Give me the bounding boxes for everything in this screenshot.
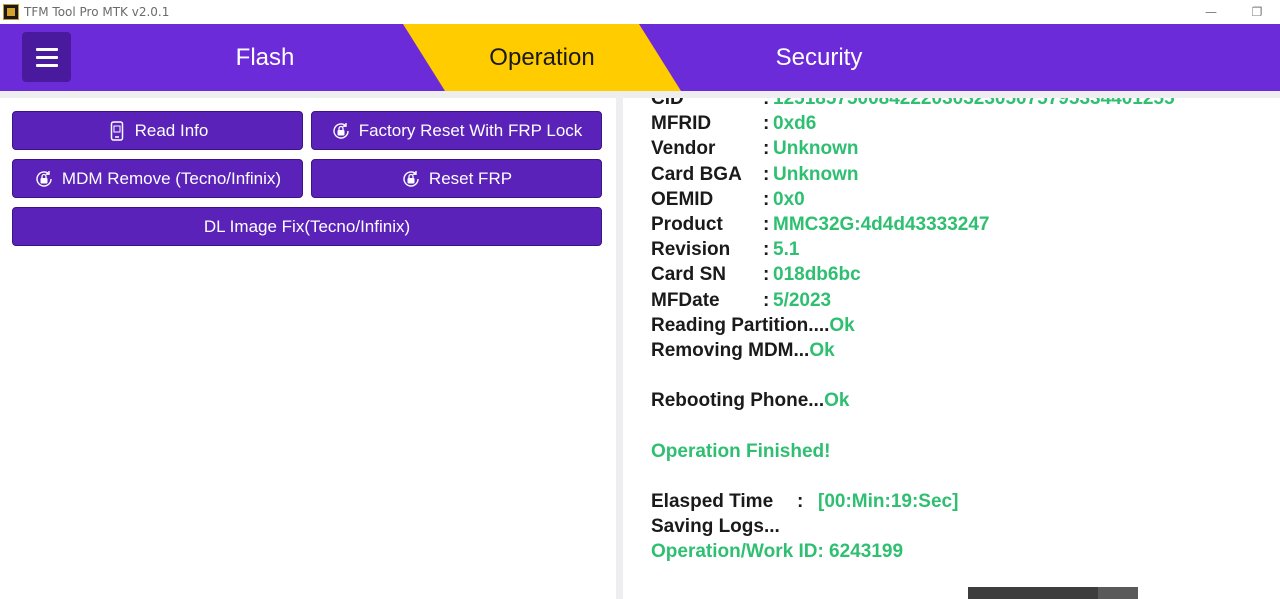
log-row: OEMID:0x0 [651,188,805,210]
log-row: MFRID:0xd6 [651,113,817,135]
log-row: Card SN:018db6bc [651,264,861,286]
minimize-button[interactable]: — [1188,0,1234,24]
mdm-remove-button[interactable]: MDM Remove (Tecno/Infinix) [12,159,303,198]
log-row: Rebooting Phone...Ok [651,390,850,412]
log-row: Saving Logs... [651,516,780,538]
dl-image-fix-button[interactable]: DL Image Fix(Tecno/Infinix) [12,207,602,246]
log-row: Vendor: Unknown [651,138,859,160]
lock-refresh-icon [34,169,54,189]
top-navigation: Flash Operation Security [0,24,1280,91]
operations-panel: Read Info Factory Reset With FRP Lock MD… [0,98,616,599]
log-output: CID:125185750084222030323050757953344012… [651,98,1175,565]
log-row: Reading Partition....Ok [651,314,855,336]
factory-reset-frp-label: Factory Reset With FRP Lock [358,120,583,140]
hamburger-menu-button[interactable] [22,32,71,82]
restore-button[interactable]: ❐ [1234,0,1280,24]
log-row: Card BGA: Unknown [651,163,859,185]
reset-frp-label: Reset FRP [428,168,513,188]
lock-refresh-icon [331,121,351,141]
dl-image-fix-label: DL Image Fix(Tecno/Infinix) [203,216,411,236]
window-controls: — ❐ [1188,0,1280,24]
progress-indicator [968,587,1138,599]
title-bar: TFM Tool Pro MTK v2.0.1 — ❐ [0,0,1280,24]
tab-security-label: Security [775,43,863,71]
log-row: MFDate:5/2023 [651,289,832,311]
log-row: Removing MDM...Ok [651,339,835,361]
log-row: Product: MMC32G:4d4d43333247 [651,213,990,235]
app-logo-icon [3,4,19,20]
tab-operation[interactable]: Operation [403,24,681,91]
tab-flash[interactable]: Flash [150,24,380,91]
log-row: Operation/Work ID: 6243199 [651,541,904,563]
log-row: Revision:5.1 [651,239,800,261]
reset-frp-button[interactable]: Reset FRP [311,159,602,198]
log-row: CID:125185750084222030323050757953344012… [651,98,1175,109]
log-row: Operation Finished! [651,440,831,462]
factory-reset-frp-button[interactable]: Factory Reset With FRP Lock [311,111,602,150]
window-title: TFM Tool Pro MTK v2.0.1 [24,5,170,19]
tab-security[interactable]: Security [705,24,933,91]
mdm-remove-label: MDM Remove (Tecno/Infinix) [61,168,282,188]
tab-flash-label: Flash [235,43,295,71]
phone-icon [107,120,127,141]
log-row: Elasped Time: [00:Min:19:Sec] [651,491,959,512]
read-info-label: Read Info [134,120,209,140]
log-panel[interactable]: CID:125185750084222030323050757953344012… [623,98,1280,599]
tab-operation-label: Operation [489,43,595,71]
lock-refresh-icon [401,169,421,189]
read-info-button[interactable]: Read Info [12,111,303,150]
hamburger-icon [35,47,58,51]
